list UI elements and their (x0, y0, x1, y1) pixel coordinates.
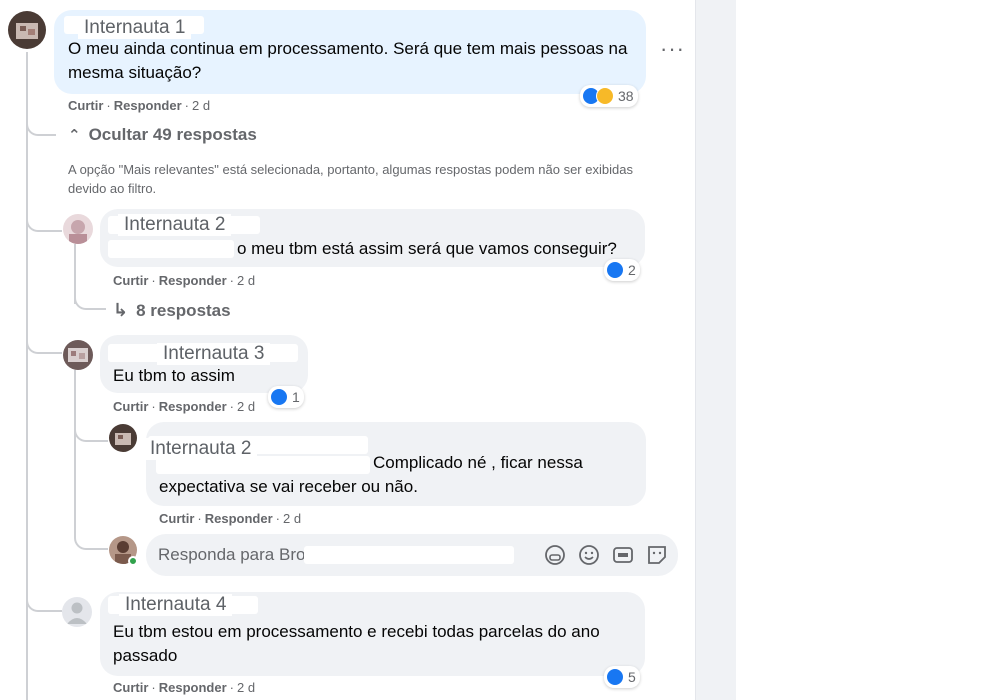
like-reaction-icon (606, 668, 624, 686)
scrollbar-track[interactable] (696, 0, 736, 700)
comment-author[interactable]: Internauta 1 (78, 17, 192, 39)
thread-connector (74, 290, 106, 310)
emoji-icon[interactable] (578, 544, 600, 566)
avatar[interactable] (63, 214, 93, 244)
avatar-placeholder[interactable] (62, 597, 92, 627)
reaction-count: 1 (292, 389, 300, 405)
like-reaction-icon (606, 261, 624, 279)
reaction-count: 38 (618, 88, 634, 104)
like-button[interactable]: Curtir (159, 511, 194, 526)
timestamp[interactable]: 2 d (192, 98, 210, 113)
reply-author[interactable]: Internauta 4 (119, 594, 233, 616)
reaction-count: 2 (628, 262, 636, 278)
sub-replies-label: 8 respostas (136, 300, 231, 320)
reply-text: Eu tbm to assim (113, 366, 235, 385)
reply-text: o meu tbm está assim será que vamos cons… (237, 239, 617, 258)
reaction-summary[interactable]: 38 (580, 85, 638, 107)
reaction-count: 5 (628, 669, 636, 685)
comment-actions: Curtir · Responder · 2 d (68, 98, 211, 113)
avatar-sticker-icon[interactable] (544, 544, 566, 566)
avatar[interactable] (109, 424, 137, 452)
redaction-bar (108, 240, 234, 258)
thread-line-reply-3 (74, 370, 76, 530)
thread-connector (26, 330, 62, 354)
reply-author[interactable]: Internauta 3 (157, 343, 271, 365)
comment-text: O meu ainda continua em processamento. S… (68, 39, 628, 82)
timestamp[interactable]: 2 d (283, 511, 301, 526)
hide-replies-button[interactable]: ⌃ Ocultar 49 respostas (68, 125, 257, 145)
reply-button[interactable]: Responder (114, 98, 182, 113)
reply-actions: Curtir · Responder · 2 d (159, 511, 302, 526)
thread-connector (26, 112, 56, 136)
reply-text: Complicado né , ficar nessa expectativa … (159, 453, 583, 496)
chevron-up-icon: ⌃ (68, 127, 81, 144)
thread-connector (26, 210, 62, 232)
reply-button[interactable]: Responder (205, 511, 273, 526)
reaction-summary[interactable]: 2 (604, 259, 640, 281)
reply-composer[interactable] (146, 534, 678, 576)
thread-connector (26, 590, 62, 612)
reply-actions: Curtir · Responder · 2 d (113, 680, 256, 695)
haha-reaction-icon (596, 87, 614, 105)
reply-arrow-icon: ↳ (113, 300, 129, 320)
reaction-summary[interactable]: 5 (604, 666, 640, 688)
reply-text: Eu tbm estou em processamento e recebi t… (113, 622, 600, 665)
like-button[interactable]: Curtir (113, 399, 148, 414)
reaction-summary[interactable]: 1 (268, 386, 304, 408)
like-button[interactable]: Curtir (113, 273, 148, 288)
more-options-icon[interactable]: ··· (660, 36, 685, 62)
filter-notice: A opção "Mais relevantes" está seleciona… (68, 162, 633, 196)
reply-button[interactable]: Responder (159, 680, 227, 695)
avatar[interactable] (8, 11, 46, 49)
online-status-dot (128, 556, 138, 566)
like-reaction-icon (270, 388, 288, 406)
reply-button[interactable]: Responder (159, 399, 227, 414)
reply-author[interactable]: Internauta 2 (118, 214, 232, 236)
gif-icon[interactable] (612, 544, 634, 566)
like-button[interactable]: Curtir (68, 98, 103, 113)
hide-replies-label: Ocultar 49 respostas (88, 125, 257, 144)
thread-connector (74, 420, 108, 442)
thread-connector (74, 528, 108, 550)
avatar[interactable] (63, 340, 93, 370)
timestamp[interactable]: 2 d (237, 680, 255, 695)
reply-button[interactable]: Responder (159, 273, 227, 288)
like-button[interactable]: Curtir (113, 680, 148, 695)
sticker-icon[interactable] (646, 544, 668, 566)
view-sub-replies-button[interactable]: ↳ 8 respostas (113, 300, 231, 321)
reply-actions: Curtir · Responder · 2 d (113, 399, 256, 414)
redaction-bar (304, 546, 514, 564)
timestamp[interactable]: 2 d (237, 273, 255, 288)
reply-actions: Curtir · Responder · 2 d (113, 273, 256, 288)
timestamp[interactable]: 2 d (237, 399, 255, 414)
